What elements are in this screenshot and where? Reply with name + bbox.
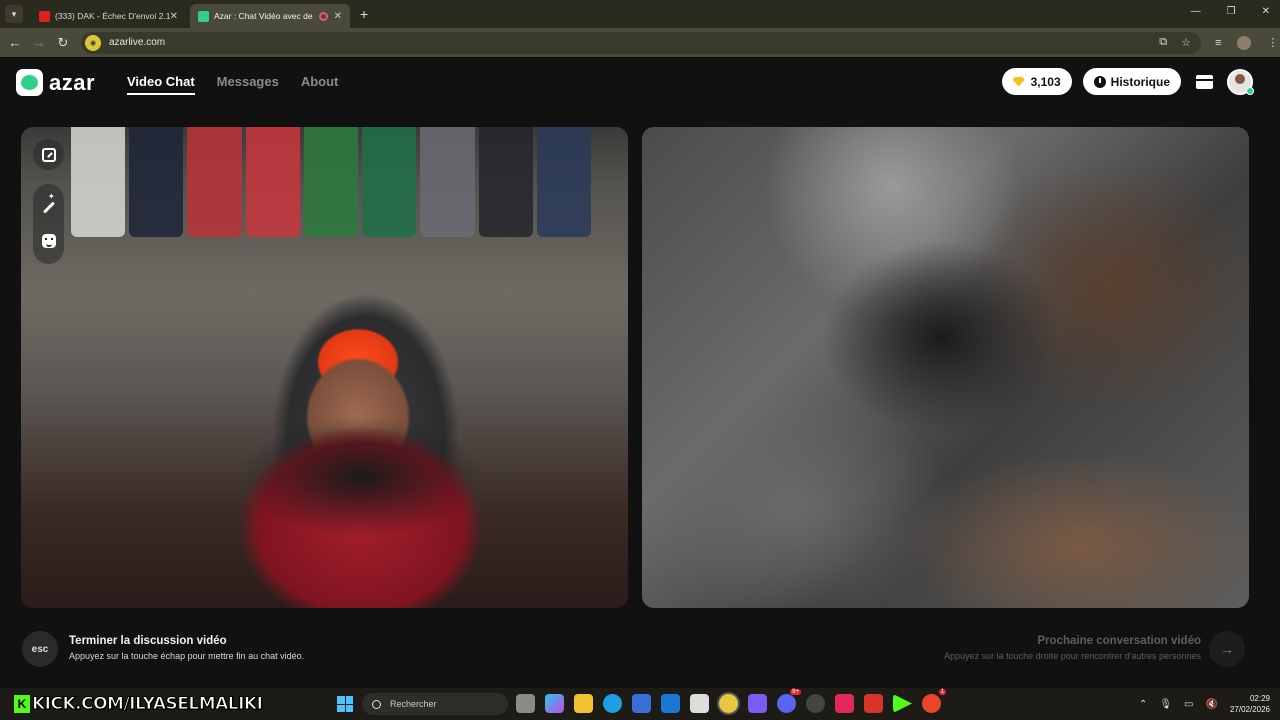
menu-dots-icon[interactable]: ⋮ <box>1267 36 1278 49</box>
bookmark-star-icon[interactable]: ☆ <box>1181 36 1191 49</box>
nav-video-chat[interactable]: Video Chat <box>127 74 195 95</box>
nav-messages[interactable]: Messages <box>217 74 279 95</box>
next-chat-subtitle: Appuyez sur la touche droite pour rencon… <box>944 651 1201 661</box>
expand-icon <box>41 147 57 163</box>
end-chat-subtitle: Appuyez sur la touche échap pour mettre … <box>69 651 305 661</box>
browser-tab-bar: ▾ (333) DAK - Échec D'envoi 2.1 ( ✕ Azar… <box>0 0 1280 28</box>
shop-icon <box>1195 74 1213 89</box>
kick-app-icon[interactable] <box>893 694 912 713</box>
next-chat-button[interactable]: → <box>1209 631 1245 667</box>
video-app-icon[interactable] <box>864 694 883 713</box>
taskbar-apps: 9+ 1 <box>516 689 946 713</box>
minimize-icon[interactable]: — <box>1191 6 1201 17</box>
task-view-icon[interactable] <box>516 694 535 713</box>
close-window-icon[interactable]: ✕ <box>1262 6 1270 17</box>
taskbar: K KICK.COM/ILYASELMALIKI Rechercher 9+ 1… <box>0 688 1280 720</box>
main-nav: Video Chat Messages About <box>127 74 338 95</box>
fullscreen-button[interactable] <box>33 139 64 170</box>
shop-button[interactable] <box>1192 70 1216 94</box>
gem-icon <box>1012 76 1025 87</box>
azar-logo-icon <box>16 69 43 96</box>
effects-toolbar <box>33 184 64 264</box>
overlay-text: KICK.COM/ILYASELMALIKI <box>31 694 263 715</box>
face-filter-icon[interactable] <box>41 233 57 249</box>
speaker-muted-icon[interactable]: 🔇 <box>1206 699 1218 710</box>
date-text: 27/02/2026 <box>1229 705 1270 714</box>
close-tab-icon[interactable]: ✕ <box>170 11 178 22</box>
install-app-icon[interactable]: ⧉ <box>1159 36 1167 49</box>
magic-wand-icon[interactable] <box>41 199 57 215</box>
discord-badge: 9+ <box>790 689 801 695</box>
edge-icon[interactable] <box>603 694 622 713</box>
new-tab-button[interactable]: + <box>360 6 368 22</box>
remote-video <box>642 127 1249 608</box>
tab-search-icon[interactable]: ▾ <box>5 5 23 23</box>
chat-controls: esc Terminer la discussion vidéo Appuyez… <box>0 623 1280 673</box>
microphone-icon[interactable]: 🎙 <box>1159 699 1172 710</box>
local-video <box>21 127 628 608</box>
url-text[interactable]: azarlive.com <box>109 37 165 48</box>
next-chat-title: Prochaine conversation vidéo <box>1037 635 1201 647</box>
url-box[interactable]: ◉ azarlive.com ⧉ ☆ <box>81 31 1201 54</box>
taskbar-clock[interactable]: 02:29 27/02/2026 <box>1230 693 1270 715</box>
restore-icon[interactable]: ❐ <box>1227 6 1236 17</box>
gems-count: 3,103 <box>1030 74 1061 89</box>
time-text: 02:29 <box>1249 694 1270 703</box>
site-header: azar Video Chat Messages About 3,103 His… <box>0 57 1280 107</box>
tab-label: (333) DAK - Échec D'envoi 2.1 ( <box>55 11 170 21</box>
store-icon[interactable] <box>632 694 651 713</box>
end-chat-title: Terminer la discussion vidéo <box>69 635 227 647</box>
end-chat-button[interactable]: esc <box>22 631 58 667</box>
close-tab-icon[interactable]: ✕ <box>334 11 342 22</box>
recording-icon <box>318 11 328 21</box>
game-controller-icon[interactable] <box>748 694 767 713</box>
tab-label: Azar : Chat Vidéo avec de n <box>214 11 315 21</box>
file-explorer-icon[interactable] <box>574 694 593 713</box>
reload-icon[interactable]: ↻ <box>51 35 75 51</box>
window-controls: — ❐ ✕ <box>1191 6 1270 17</box>
background-jerseys <box>71 127 591 237</box>
display-icon[interactable]: ▭ <box>1184 699 1193 710</box>
search-icon <box>372 699 381 709</box>
capcut-icon[interactable] <box>690 694 709 713</box>
outlook-icon[interactable] <box>661 694 680 713</box>
copilot-icon[interactable] <box>545 694 564 713</box>
discord-icon[interactable]: 9+ <box>777 689 801 713</box>
azar-page: azar Video Chat Messages About 3,103 His… <box>0 57 1280 688</box>
obs-icon[interactable] <box>806 694 825 713</box>
taskbar-search-label: Rechercher <box>390 699 437 709</box>
clock-icon <box>1093 75 1106 88</box>
windows-start-icon[interactable] <box>337 696 353 712</box>
system-tray: ⌃ 🎙 ▭ 🔇 02:29 27/02/2026 <box>1139 693 1270 715</box>
youtube-icon <box>39 10 50 22</box>
stream-overlay: K KICK.COM/ILYASELMALIKI <box>14 693 263 715</box>
forward-icon[interactable]: → <box>27 35 51 50</box>
address-bar: ← → ↻ ◉ azarlive.com ⧉ ☆ ≡ ⋮ <box>0 28 1280 57</box>
back-icon[interactable]: ← <box>3 35 27 50</box>
affinity-icon[interactable] <box>835 694 854 713</box>
user-avatar[interactable] <box>1227 68 1254 95</box>
tab-azar[interactable]: Azar : Chat Vidéo avec de n ✕ <box>190 4 350 28</box>
history-label: Historique <box>1110 74 1170 89</box>
site-info-icon[interactable]: ◉ <box>85 34 101 51</box>
nav-about[interactable]: About <box>301 74 339 95</box>
gems-button[interactable]: 3,103 <box>1001 68 1072 95</box>
media-controls-icon[interactable]: ≡ <box>1215 37 1221 49</box>
chevron-up-icon[interactable]: ⌃ <box>1139 699 1147 710</box>
azar-logo[interactable]: azar <box>16 69 95 96</box>
logo-text: azar <box>49 69 96 95</box>
profile-icon[interactable] <box>1237 35 1252 50</box>
chrome-icon[interactable] <box>719 694 738 713</box>
header-actions: 3,103 Historique <box>1001 68 1254 95</box>
online-badge <box>1246 86 1254 95</box>
history-button[interactable]: Historique <box>1082 68 1181 95</box>
app-badge: 1 <box>938 689 946 695</box>
tab-youtube[interactable]: (333) DAK - Échec D'envoi 2.1 ( ✕ <box>31 4 186 28</box>
kick-logo-icon: K <box>14 695 30 713</box>
notification-app-icon[interactable]: 1 <box>922 689 946 713</box>
azar-icon <box>198 10 209 22</box>
taskbar-search[interactable]: Rechercher <box>362 693 508 715</box>
